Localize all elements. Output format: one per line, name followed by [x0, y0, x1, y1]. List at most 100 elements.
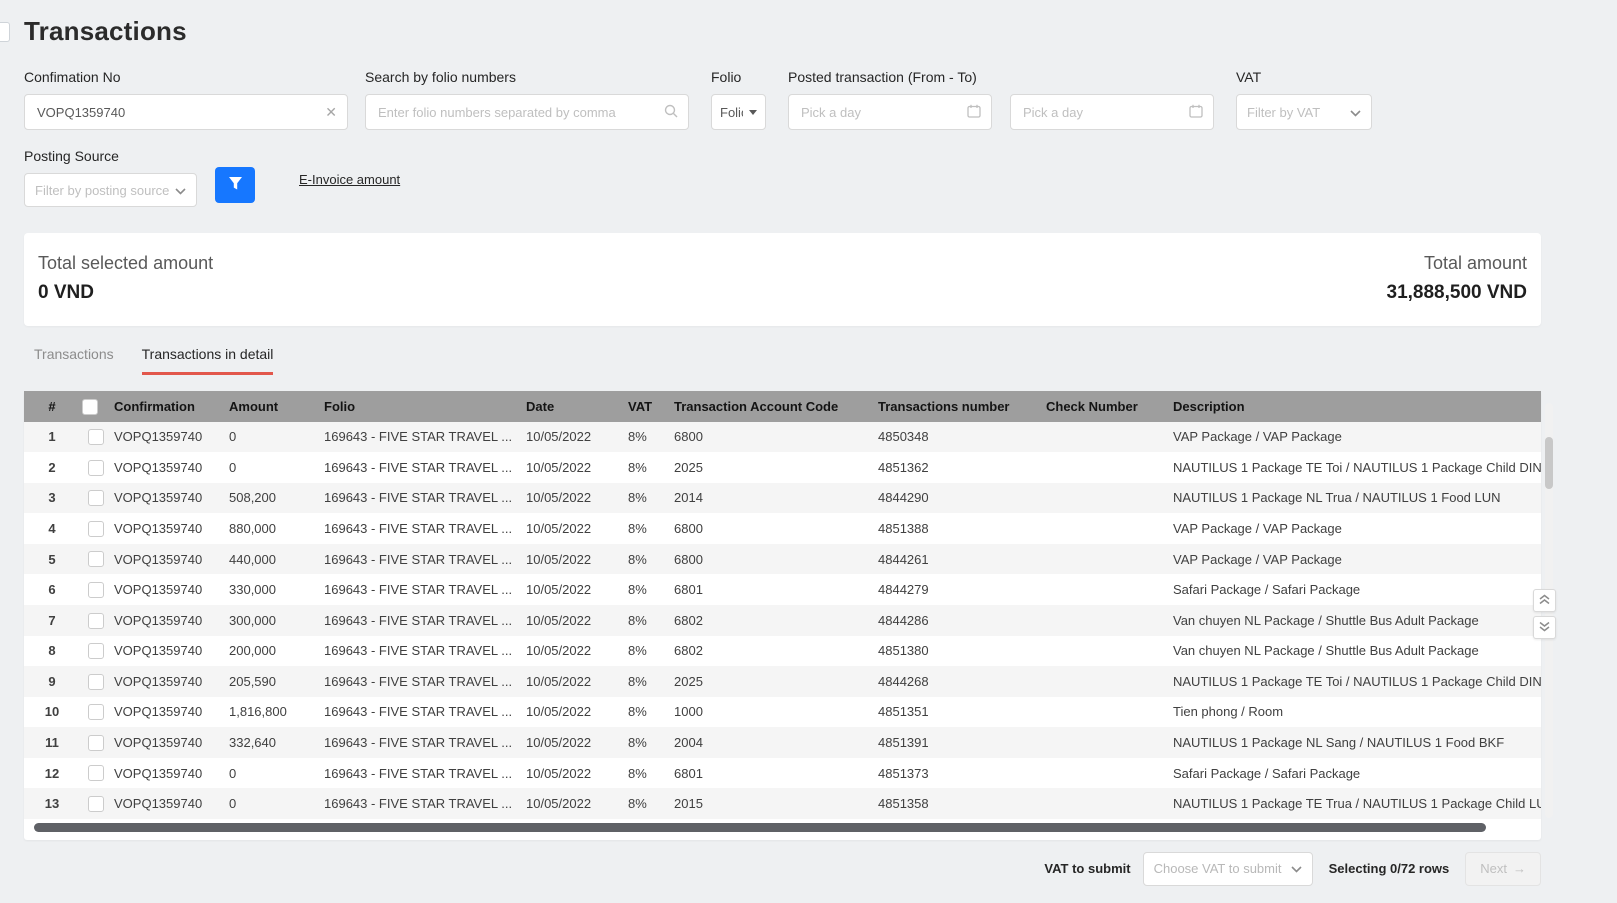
arrow-right-icon: →: [1513, 861, 1526, 876]
posting-source-select[interactable]: Filter by posting source: [24, 173, 197, 207]
row-checkbox[interactable]: [88, 735, 104, 751]
caret-down-icon: [749, 110, 757, 115]
cell-description: VAP Package / VAP Package: [1165, 544, 1541, 575]
table-scroll-area[interactable]: #ConfirmationAmountFolioDateVATTransacti…: [24, 391, 1541, 819]
column-header-transactions-number: Transactions number: [870, 391, 1038, 422]
einvoice-amount-link[interactable]: E-Invoice amount: [299, 172, 400, 187]
apply-filter-button[interactable]: [215, 167, 255, 203]
table-row: 11VOPQ1359740332,640169643 - FIVE STAR T…: [24, 727, 1541, 758]
table-row: 2VOPQ13597400169643 - FIVE STAR TRAVEL .…: [24, 452, 1541, 483]
posted-from-input[interactable]: [799, 104, 967, 121]
cell-confirmation: VOPQ1359740: [106, 574, 221, 605]
calendar-icon[interactable]: [967, 104, 981, 120]
cell-description: VAP Package / VAP Package: [1165, 422, 1541, 453]
vat-to-submit-select[interactable]: Choose VAT to submit: [1143, 852, 1313, 886]
cell-account_code: 2014: [666, 483, 870, 514]
row-checkbox[interactable]: [88, 613, 104, 629]
cell-folio: 169643 - FIVE STAR TRAVEL ...: [316, 544, 518, 575]
row-checkbox[interactable]: [88, 429, 104, 445]
calendar-icon[interactable]: [1189, 104, 1203, 120]
cell-confirmation: VOPQ1359740: [106, 483, 221, 514]
posting-source-field: Posting Source Filter by posting source: [24, 148, 197, 207]
cell-txn_number: 4850348: [870, 422, 1038, 453]
table-row: 4VOPQ1359740880,000169643 - FIVE STAR TR…: [24, 513, 1541, 544]
select-all-cell: [80, 391, 106, 422]
double-chevron-up-icon: [1539, 592, 1550, 610]
next-button[interactable]: Next →: [1465, 852, 1541, 886]
cell-folio: 169643 - FIVE STAR TRAVEL ...: [316, 758, 518, 789]
clear-icon[interactable]: ✕: [325, 105, 337, 119]
table-row: 10VOPQ13597401,816,800169643 - FIVE STAR…: [24, 697, 1541, 728]
vat-to-submit-placeholder: Choose VAT to submit: [1154, 861, 1282, 876]
posted-to-input[interactable]: [1021, 104, 1189, 121]
column-header-description: Description: [1165, 391, 1541, 422]
cell-confirmation: VOPQ1359740: [106, 422, 221, 453]
sidebar-edge-toggle[interactable]: [0, 22, 10, 42]
scroll-to-bottom-button[interactable]: [1533, 616, 1556, 639]
cell-account_code: 6801: [666, 574, 870, 605]
cell-check_number: [1038, 574, 1165, 605]
cell-check_number: [1038, 758, 1165, 789]
folio-search-label: Search by folio numbers: [365, 69, 689, 85]
vertical-scrollbar-thumb[interactable]: [1545, 437, 1553, 489]
scroll-to-top-button[interactable]: [1533, 589, 1556, 612]
vat-field: VAT Filter by VAT: [1236, 69, 1372, 130]
total-selected-label: Total selected amount: [38, 253, 213, 274]
cell-confirmation: VOPQ1359740: [106, 513, 221, 544]
cell-num: 1: [24, 422, 80, 453]
horizontal-scrollbar-thumb[interactable]: [34, 823, 1486, 832]
cell-vat: 8%: [620, 727, 666, 758]
cell-confirmation: VOPQ1359740: [106, 605, 221, 636]
select-all-checkbox[interactable]: [82, 399, 98, 415]
folio-field: Folio Folio: [711, 69, 766, 130]
posted-to-box: [1010, 94, 1214, 130]
cell-confirmation: VOPQ1359740: [106, 636, 221, 667]
row-checkbox[interactable]: [88, 551, 104, 567]
cell-description: Tien phong / Room: [1165, 697, 1541, 728]
cell-num: 4: [24, 513, 80, 544]
tab-transactions[interactable]: Transactions: [34, 346, 114, 375]
tab-transactions-in-detail[interactable]: Transactions in detail: [142, 346, 274, 375]
cell-confirmation: VOPQ1359740: [106, 788, 221, 819]
cell-txn_number: 4851388: [870, 513, 1038, 544]
table-row: 9VOPQ1359740205,590169643 - FIVE STAR TR…: [24, 666, 1541, 697]
folio-select[interactable]: Folio: [711, 94, 766, 130]
cell-check_number: [1038, 727, 1165, 758]
cell-account_code: 2004: [666, 727, 870, 758]
row-checkbox[interactable]: [88, 704, 104, 720]
cell-date: 10/05/2022: [518, 483, 620, 514]
vat-to-submit-label: VAT to submit: [1044, 861, 1130, 876]
row-checkbox[interactable]: [88, 521, 104, 537]
cell-confirmation: VOPQ1359740: [106, 452, 221, 483]
transactions-table: #ConfirmationAmountFolioDateVATTransacti…: [24, 391, 1541, 819]
cell-vat: 8%: [620, 483, 666, 514]
cell-check_number: [1038, 605, 1165, 636]
row-checkbox[interactable]: [88, 674, 104, 690]
row-checkbox[interactable]: [88, 796, 104, 812]
cell-vat: 8%: [620, 697, 666, 728]
cell-txn_number: 4851391: [870, 727, 1038, 758]
total-amount-block: Total amount 31,888,500 VND: [1387, 253, 1528, 304]
vat-select[interactable]: Filter by VAT: [1236, 94, 1372, 130]
confirmation-label: Confimation No: [24, 69, 348, 85]
table-row: 3VOPQ1359740508,200169643 - FIVE STAR TR…: [24, 483, 1541, 514]
row-checkbox[interactable]: [88, 582, 104, 598]
column-header-vat: VAT: [620, 391, 666, 422]
cell-account_code: 6801: [666, 758, 870, 789]
row-checkbox[interactable]: [88, 765, 104, 781]
cell-folio: 169643 - FIVE STAR TRAVEL ...: [316, 452, 518, 483]
column-header-amount: Amount: [221, 391, 316, 422]
folio-search-input[interactable]: [376, 104, 664, 121]
row-checkbox-cell: [80, 697, 106, 728]
cell-num: 6: [24, 574, 80, 605]
cell-amount: 330,000: [221, 574, 316, 605]
row-checkbox[interactable]: [88, 460, 104, 476]
cell-num: 7: [24, 605, 80, 636]
row-checkbox[interactable]: [88, 643, 104, 659]
cell-txn_number: 4844268: [870, 666, 1038, 697]
row-checkbox[interactable]: [88, 490, 104, 506]
cell-check_number: [1038, 422, 1165, 453]
cell-amount: 0: [221, 788, 316, 819]
confirmation-input[interactable]: [35, 104, 325, 121]
confirmation-input-box: ✕: [24, 94, 348, 130]
